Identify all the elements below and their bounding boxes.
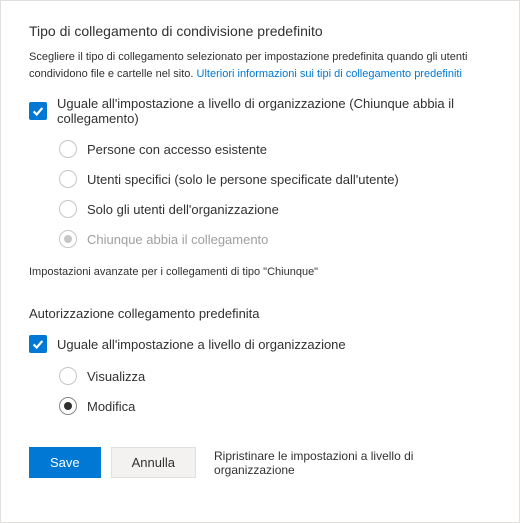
radio-label: Solo gli utenti dell'organizzazione xyxy=(87,202,279,217)
cancel-button[interactable]: Annulla xyxy=(111,447,196,478)
radio-view[interactable]: Visualizza xyxy=(59,367,491,385)
radio-icon xyxy=(59,200,77,218)
checkbox-label: Uguale all'impostazione a livello di org… xyxy=(57,96,491,126)
radio-anyone[interactable]: Chiunque abbia il collegamento xyxy=(59,230,491,248)
learn-more-link[interactable]: Ulteriori informazioni sui tipi di colle… xyxy=(197,68,462,80)
section-title-link-type: Tipo di collegamento di condivisione pre… xyxy=(29,23,491,39)
checkbox-icon xyxy=(29,102,47,120)
checkbox-same-as-org-permission[interactable]: Uguale all'impostazione a livello di org… xyxy=(29,335,491,353)
radio-icon xyxy=(59,170,77,188)
radio-group-permission: Visualizza Modifica xyxy=(59,367,491,415)
section-description: Scegliere il tipo di collegamento selezi… xyxy=(29,49,491,82)
radio-specific-users[interactable]: Utenti specifici (solo le persone specif… xyxy=(59,170,491,188)
radio-label: Utenti specifici (solo le persone specif… xyxy=(87,172,399,187)
radio-icon xyxy=(59,140,77,158)
radio-org-users[interactable]: Solo gli utenti dell'organizzazione xyxy=(59,200,491,218)
radio-label: Persone con accesso esistente xyxy=(87,142,267,157)
radio-label: Chiunque abbia il collegamento xyxy=(87,232,268,247)
radio-group-link-type: Persone con accesso esistente Utenti spe… xyxy=(59,140,491,248)
footer-actions: Save Annulla Ripristinare le impostazion… xyxy=(29,447,491,478)
save-button[interactable]: Save xyxy=(29,447,101,478)
radio-label: Visualizza xyxy=(87,369,145,384)
radio-icon xyxy=(59,397,77,415)
radio-edit[interactable]: Modifica xyxy=(59,397,491,415)
radio-label: Modifica xyxy=(87,399,135,414)
radio-icon xyxy=(59,230,77,248)
radio-icon xyxy=(59,367,77,385)
radio-existing-access[interactable]: Persone con accesso esistente xyxy=(59,140,491,158)
advanced-settings-link[interactable]: Impostazioni avanzate per i collegamenti… xyxy=(29,266,491,278)
checkbox-icon xyxy=(29,335,47,353)
checkbox-label: Uguale all'impostazione a livello di org… xyxy=(57,337,346,352)
reset-org-settings-link[interactable]: Ripristinare le impostazioni a livello d… xyxy=(214,449,491,477)
section-title-permission: Autorizzazione collegamento predefinita xyxy=(29,306,491,321)
checkbox-same-as-org-linktype[interactable]: Uguale all'impostazione a livello di org… xyxy=(29,96,491,126)
